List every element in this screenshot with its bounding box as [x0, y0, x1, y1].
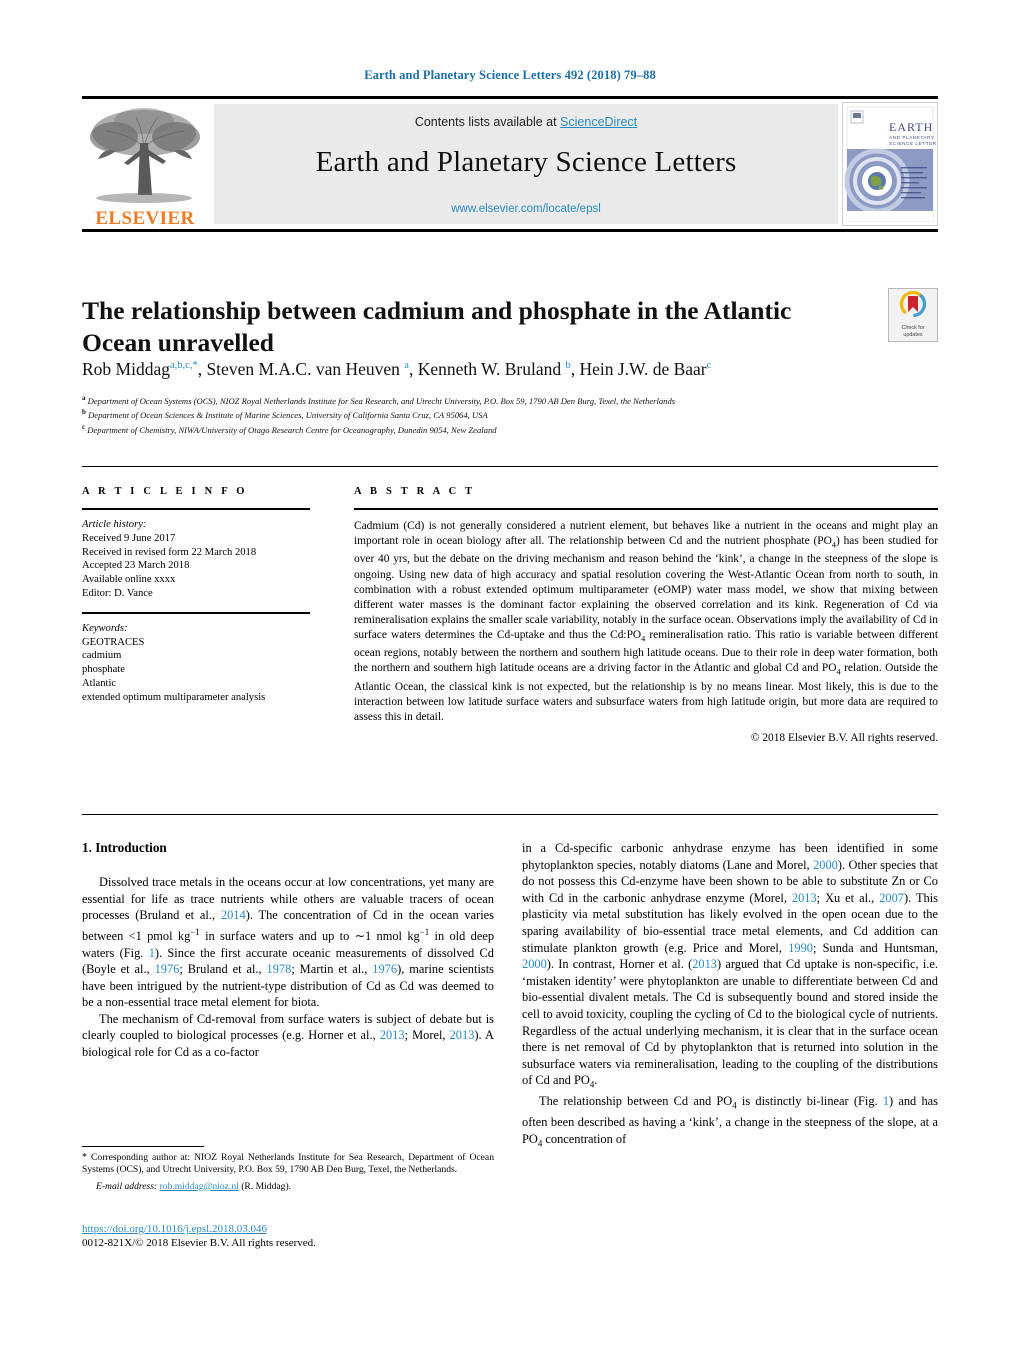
- history-available-online: Available online xxxx: [82, 574, 176, 586]
- elsevier-tree-logo: [84, 103, 206, 225]
- section-heading-introduction: 1. Introduction: [82, 840, 167, 855]
- history-received: Received 9 June 2017: [82, 532, 176, 544]
- article-info-divider: [82, 508, 310, 510]
- article-info-heading: A R T I C L E I N F O: [82, 486, 248, 497]
- corresponding-author-marker: *: [82, 1152, 87, 1163]
- keyword-phosphate: phosphate: [82, 664, 125, 676]
- paragraph-right-1: in a Cd-specific carbonic anhydrase enzy…: [522, 841, 939, 1090]
- keywords-block: Keywords: GEOTRACES cadmium phosphate At…: [82, 622, 310, 705]
- email-link[interactable]: rob.middag@nioz.nl: [160, 1181, 239, 1192]
- abstract-copyright: © 2018 Elsevier B.V. All rights reserved…: [750, 732, 938, 745]
- journal-band: Contents lists available at ScienceDirec…: [214, 104, 838, 224]
- affiliation-b: b Department of Ocean Sciences & Institu…: [82, 407, 842, 421]
- elsevier-wordmark: ELSEVIER: [95, 208, 195, 229]
- article-info-section: A R T I C L E I N F O Article history: R…: [82, 486, 310, 705]
- article-history-block: Article history: Received 9 June 2017 Re…: [82, 518, 310, 601]
- keyword-eomp: extended optimum multiparameter analysis: [82, 691, 266, 703]
- crossmark-badge[interactable]: Check for updates: [888, 288, 938, 342]
- history-revised: Received in revised form 22 March 2018: [82, 546, 257, 558]
- keyword-atlantic: Atlantic: [82, 677, 117, 689]
- svg-text:SCIENCE LETTERS: SCIENCE LETTERS: [889, 141, 937, 146]
- history-accepted: Accepted 23 March 2018: [82, 560, 190, 572]
- journal-title: Earth and Planetary Science Letters: [315, 146, 737, 178]
- footnote-divider: [82, 1146, 204, 1147]
- article-history-label: Article history:: [82, 519, 147, 530]
- keywords-label: Keywords:: [82, 622, 128, 634]
- journal-cover-thumbnail: EARTH AND PLANETARY SCIENCE LETTERS: [842, 102, 938, 226]
- paper-page: Earth and Planetary Science Letters 492 …: [0, 0, 1020, 1351]
- abstract-section: A B S T R A C T Cadmium (Cd) is not gene…: [354, 486, 938, 744]
- sciencedirect-link[interactable]: ScienceDirect: [560, 115, 637, 129]
- author-list: Rob Middaga,b,c,*, Steven M.A.C. van Heu…: [82, 358, 712, 379]
- contents-available-line: Contents lists available at ScienceDirec…: [214, 115, 838, 129]
- keyword-cadmium: cadmium: [82, 650, 122, 662]
- paragraph-left-1: Dissolved trace metals in the oceans occ…: [82, 875, 495, 1010]
- affiliation-c: c Department of Chemistry, NIWA/Universi…: [82, 422, 842, 436]
- affiliation-b-text: Department of Ocean Sciences & Institute…: [88, 410, 488, 421]
- email-note: E-mail address: rob.middag@nioz.nl (R. M…: [82, 1181, 494, 1193]
- keywords-divider: [82, 611, 310, 614]
- svg-text:EARTH: EARTH: [889, 120, 933, 134]
- doi-block: https://doi.org/10.1016/j.epsl.2018.03.0…: [82, 1222, 494, 1250]
- affiliation-marker-a: a: [82, 394, 86, 402]
- affiliations: a Department of Ocean Systems (OCS), NIO…: [82, 393, 842, 436]
- affiliation-marker-c: c: [82, 422, 86, 431]
- body-column-right: in a Cd-specific carbonic anhydrase enzy…: [522, 840, 938, 1152]
- running-head: Earth and Planetary Science Letters 492 …: [364, 68, 656, 82]
- affiliation-a: a Department of Ocean Systems (OCS), NIO…: [82, 393, 842, 407]
- affiliation-marker-b: b: [82, 408, 86, 417]
- body-column-left: 1. Introduction Dissolved trace metals i…: [82, 840, 494, 1061]
- crossmark-icon: [899, 290, 927, 318]
- crossmark-label-line1: Check for: [901, 325, 925, 331]
- crossmark-label-line2: updates: [903, 332, 923, 339]
- email-label: E-mail address:: [96, 1180, 158, 1192]
- divider-above-info: [82, 466, 938, 467]
- abstract-divider: [354, 508, 938, 510]
- corresponding-author-note: * Corresponding author at: NIOZ Royal Ne…: [82, 1152, 494, 1177]
- journal-masthead: ELSEVIER Contents lists available at Sci…: [82, 96, 938, 232]
- page-title: The relationship between cadmium and pho…: [82, 296, 792, 358]
- abstract-heading: A B S T R A C T: [354, 486, 476, 497]
- journal-homepage-link[interactable]: www.elsevier.com/locate/epsl: [214, 203, 838, 215]
- corresponding-author-text: Corresponding author at: NIOZ Royal Neth…: [82, 1152, 494, 1176]
- issn-copyright-line: 0012-821X/© 2018 Elsevier B.V. All right…: [82, 1237, 316, 1249]
- paragraph-right-2: The relationship between Cd and PO4 is d…: [522, 1094, 938, 1149]
- contents-prefix: Contents lists available at: [414, 115, 561, 129]
- divider-below-abstract: [82, 814, 938, 815]
- footnote-block: * Corresponding author at: NIOZ Royal Ne…: [82, 1146, 494, 1193]
- abstract-text: Cadmium (Cd) is not generally considered…: [354, 520, 938, 723]
- history-editor: Editor: D. Vance: [82, 587, 153, 599]
- svg-text:AND PLANETARY: AND PLANETARY: [889, 135, 935, 140]
- affiliation-c-text: Department of Chemistry, NIWA/University…: [87, 424, 497, 435]
- email-attribution: (R. Middag).: [241, 1180, 292, 1192]
- paragraph-left-2: The mechanism of Cd-removal from surface…: [82, 1011, 494, 1060]
- affiliation-a-text: Department of Ocean Systems (OCS), NIOZ …: [87, 395, 676, 406]
- doi-link[interactable]: https://doi.org/10.1016/j.epsl.2018.03.0…: [82, 1222, 494, 1236]
- keyword-geotraces: GEOTRACES: [82, 636, 145, 648]
